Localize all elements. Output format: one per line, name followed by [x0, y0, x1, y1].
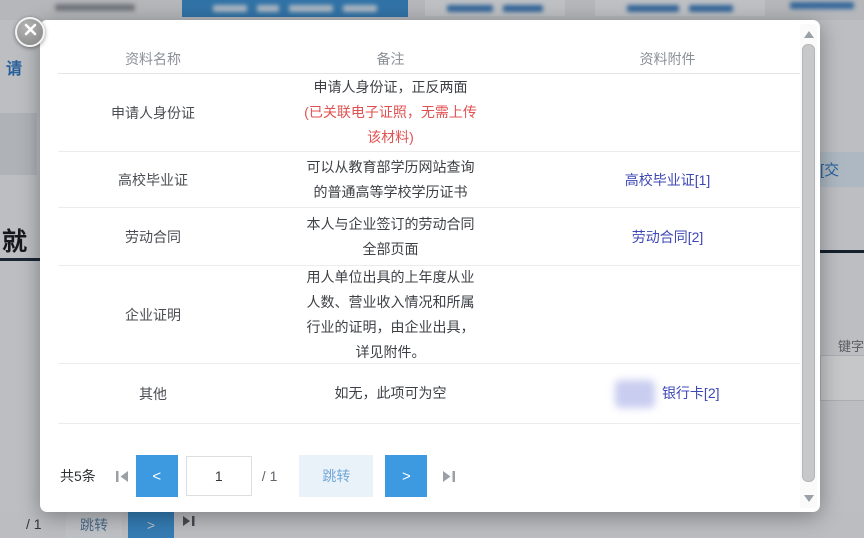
- material-name: 其他: [58, 384, 248, 404]
- materials-table: 资料名称 备注 资料附件 申请人身份证 申请人身份证，正反两面 (已关联电子证照…: [58, 44, 802, 424]
- page-number-input[interactable]: [186, 456, 252, 496]
- table-header-row: 资料名称 备注 资料附件: [58, 44, 802, 74]
- next-page-button[interactable]: >: [385, 455, 427, 497]
- header-material-name: 资料名称: [58, 49, 248, 69]
- first-page-icon[interactable]: [112, 470, 134, 483]
- table-row: 其他 如无，此项可为空 银行卡[2]: [58, 364, 802, 424]
- table-row: 申请人身份证 申请人身份证，正反两面 (已关联电子证照，无需上传 该材料): [58, 74, 802, 152]
- material-remark: 本人与企业签订的劳动合同 全部页面: [307, 212, 475, 262]
- screen: 请 就 [交 键字 / 1 跳转 > 资料名称 备注 资料附: [0, 0, 864, 538]
- page-count-suffix: / 1: [262, 468, 278, 484]
- table-row: 企业证明 用人单位出具的上年度从业 人数、营业收入情况和所属 行业的证明，由企业…: [58, 266, 802, 364]
- material-name: 申请人身份证: [58, 103, 248, 123]
- table-row: 劳动合同 本人与企业签订的劳动合同 全部页面 劳动合同[2]: [58, 208, 802, 266]
- attachment-link[interactable]: 银行卡[2]: [662, 385, 720, 401]
- close-icon: [24, 23, 37, 41]
- total-count-label: 共5条: [60, 466, 96, 486]
- materials-modal: 资料名称 备注 资料附件 申请人身份证 申请人身份证，正反两面 (已关联电子证照…: [40, 20, 820, 512]
- material-remark: 申请人身份证，正反两面 (已关联电子证照，无需上传 该材料): [304, 75, 477, 150]
- scrollbar-up-arrow-icon[interactable]: [800, 26, 817, 42]
- material-remark: 用人单位出具的上年度从业 人数、营业收入情况和所属 行业的证明，由企业出具， 详…: [307, 265, 475, 365]
- scrollbar-down-arrow-icon[interactable]: [800, 490, 817, 506]
- header-remark: 备注: [248, 49, 533, 69]
- scrollbar-thumb[interactable]: [802, 44, 815, 482]
- attachment-link[interactable]: 高校毕业证[1]: [625, 172, 711, 188]
- material-remark: 可以从教育部学历网站查询 的普通高等学校学历证书: [307, 155, 475, 205]
- modal-pagination: 共5条 < / 1 跳转 >: [60, 454, 459, 498]
- jump-button[interactable]: 跳转: [299, 455, 373, 497]
- close-button[interactable]: [15, 17, 45, 47]
- material-name: 高校毕业证: [58, 170, 248, 190]
- prev-page-button[interactable]: <: [136, 455, 178, 497]
- modal-scrollbar[interactable]: [800, 24, 817, 508]
- redacted-attachment-thumbnail: [615, 380, 655, 408]
- table-row: 高校毕业证 可以从教育部学历网站查询 的普通高等学校学历证书 高校毕业证[1]: [58, 152, 802, 208]
- attachment-link[interactable]: 劳动合同[2]: [632, 229, 704, 245]
- material-name: 劳动合同: [58, 227, 248, 247]
- material-name: 企业证明: [58, 305, 248, 325]
- last-page-icon[interactable]: [437, 470, 459, 483]
- material-remark: 如无，此项可为空: [335, 381, 447, 406]
- header-attachment: 资料附件: [533, 49, 802, 69]
